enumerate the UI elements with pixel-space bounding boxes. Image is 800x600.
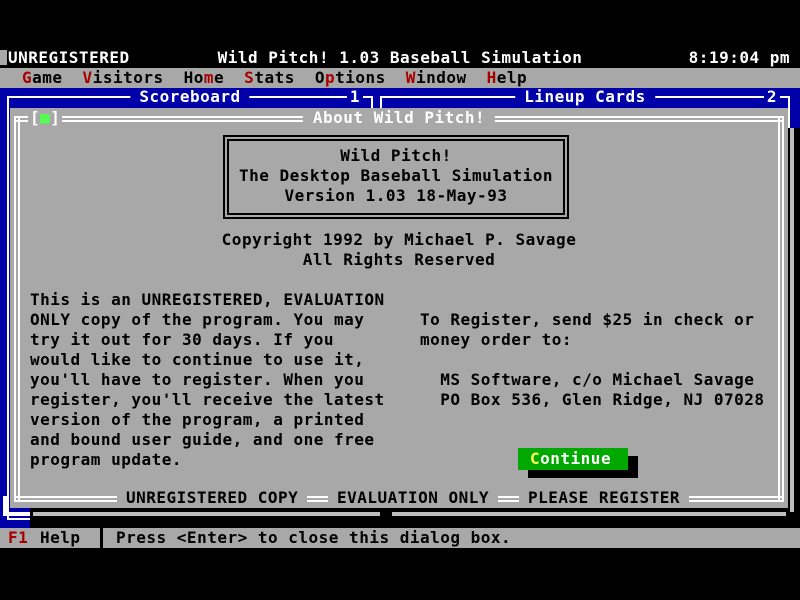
text-line: register, you'll receive the latest [30, 390, 385, 410]
footer-label-evaluation: EVALUATION ONLY [328, 488, 498, 508]
continue-button[interactable]: Continue [518, 448, 628, 470]
text-line: money order to: [420, 330, 765, 350]
window-bottom-corner [3, 496, 7, 516]
status-separator [100, 528, 103, 548]
menu-item-home[interactable]: Home [184, 68, 225, 88]
dialog-shadow-bottom [30, 508, 800, 528]
status-message: Press <Enter> to close this dialog box. [116, 528, 511, 548]
f1-help-hotkey[interactable]: F1 [8, 528, 28, 548]
footer-label-register: PLEASE REGISTER [519, 488, 689, 508]
menu-item-help[interactable]: Help [487, 68, 528, 88]
clock: 8:19:04 pm [689, 48, 790, 68]
menu-item-visitors[interactable]: Visitors [83, 68, 164, 88]
window-lineup-cards-title[interactable]: Lineup Cards [515, 88, 655, 107]
text-line: Version 1.03 18-May-93 [229, 186, 563, 206]
menu-item-stats[interactable]: Stats [244, 68, 295, 88]
text-line: would like to continue to use it, [30, 350, 385, 370]
menu-item-window[interactable]: Window [406, 68, 467, 88]
window-lineup-cards-number: 2 [764, 88, 780, 107]
app-title-bar: Wild Pitch! 1.03 Baseball Simulation UNR… [0, 48, 800, 68]
text-line: try it out for 30 days. If you [30, 330, 385, 350]
window-scoreboard-number: 1 [347, 88, 363, 107]
text-line: All Rights Reserved [10, 250, 788, 270]
text-line: This is an UNREGISTERED, EVALUATION [30, 290, 385, 310]
text-line: you'll have to register. When you [30, 370, 385, 390]
status-bar: F1 Help Press <Enter> to close this dial… [0, 528, 800, 548]
dialog-title: About Wild Pitch! [303, 108, 495, 128]
text-line: Wild Pitch! [229, 146, 563, 166]
dialog-border-left [14, 116, 20, 500]
dialog-border-right [778, 116, 784, 500]
f1-help-label[interactable]: Help [40, 528, 81, 548]
text-line [420, 350, 765, 370]
about-dialog: [■] About Wild Pitch! Wild Pitch!The Des… [10, 108, 788, 508]
dialog-close-button[interactable]: [■] [28, 108, 62, 128]
shadowed-window-border [33, 512, 380, 516]
shadowed-window-border [392, 512, 786, 516]
text-line: ONLY copy of the program. You may [30, 310, 385, 330]
text-line: MS Software, c/o Michael Savage [420, 370, 765, 390]
menu-item-options[interactable]: Options [315, 68, 386, 88]
text-line: The Desktop Baseball Simulation [229, 166, 563, 186]
text-line: Copyright 1992 by Michael P. Savage [10, 230, 788, 250]
text-line: version of the program, a printed [30, 410, 385, 430]
close-box-icon[interactable]: ■ [40, 108, 50, 127]
text-line: program update. [30, 450, 385, 470]
window-scoreboard-title[interactable]: Scoreboard [130, 88, 249, 107]
text-line: To Register, send $25 in check or [420, 310, 765, 330]
text-line: PO Box 536, Glen Ridge, NJ 07028 [420, 390, 765, 410]
copyright-text: Copyright 1992 by Michael P. SavageAll R… [10, 230, 788, 270]
window-bottom-corner [3, 512, 30, 516]
menu-bar: Game Visitors Home Stats Options Window Help [0, 68, 800, 88]
text-line: and bound user guide, and one free [30, 430, 385, 450]
dos-screen: Wild Pitch! 1.03 Baseball Simulation UNR… [0, 0, 800, 600]
menu-item-game[interactable]: Game [22, 68, 63, 88]
evaluation-notice-paragraph: This is an UNREGISTERED, EVALUATIONONLY … [30, 290, 385, 470]
desktop: Scoreboard 1 Lineup Cards 2 [■] About Wi… [0, 88, 800, 528]
registration-status: UNREGISTERED [8, 48, 130, 68]
footer-label-unregistered: UNREGISTERED COPY [117, 488, 307, 508]
program-info-box: Wild Pitch!The Desktop Baseball Simulati… [223, 135, 569, 219]
registration-info-paragraph: To Register, send $25 in check ormoney o… [420, 310, 765, 410]
shadowed-window-border [790, 128, 794, 512]
